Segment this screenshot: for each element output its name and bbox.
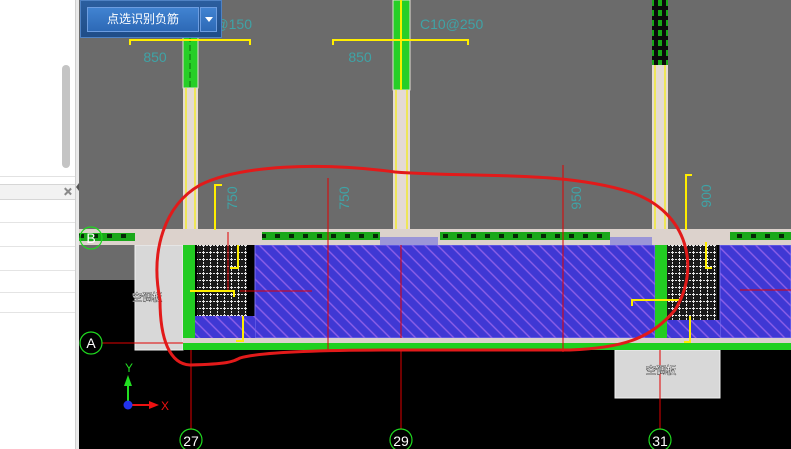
- rebar-spec-label-center: C10@250: [420, 16, 483, 32]
- floor-slab-right[interactable]: [719, 244, 791, 339]
- axis-bubble-27: 27: [179, 428, 203, 449]
- axis-bubble-a: A: [79, 331, 103, 355]
- left-panel: [0, 0, 75, 449]
- axis-label-29: 29: [393, 433, 409, 449]
- ucs-origin: [123, 400, 133, 410]
- wall-31-upper-rebar[interactable]: [652, 0, 668, 65]
- list-row: [0, 222, 75, 223]
- beam-axis-b-edge-2: [610, 237, 652, 245]
- panel-splitter[interactable]: [75, 0, 79, 449]
- ucs-y-label: Y: [125, 361, 133, 375]
- axis-label-a: A: [86, 335, 96, 351]
- axis-label-27: 27: [183, 433, 199, 449]
- identify-negative-rebar-button[interactable]: 点选识别负筋: [87, 7, 199, 32]
- beam-axis-a[interactable]: [183, 338, 791, 343]
- axis-label-b: B: [86, 230, 95, 246]
- panel-header: [0, 184, 75, 200]
- rebar-length-label-left: 850: [143, 49, 167, 65]
- rebar-mesh-left[interactable]: [197, 245, 247, 316]
- dimension-label-4: 900: [698, 184, 714, 208]
- list-row: [0, 246, 75, 247]
- floor-slab-main[interactable]: [254, 244, 656, 339]
- identify-dropdown-button[interactable]: [200, 7, 217, 32]
- cad-drawing-canvas[interactable]: C8@150 C10@250 850 850 750 750 950 900 空…: [0, 0, 791, 449]
- floor-slab-right-strip[interactable]: [665, 320, 720, 338]
- identify-toolbar: 点选识别负筋: [80, 0, 222, 38]
- scrollbar-thumb[interactable]: [62, 65, 70, 168]
- dimension-label-1: 750: [224, 186, 240, 210]
- identify-negative-rebar-label: 点选识别负筋: [106, 12, 179, 26]
- panel-divider: [0, 176, 75, 177]
- beam-axis-b-rebar-2: [262, 232, 380, 240]
- rebar-length-label-center: 850: [348, 49, 372, 65]
- dimension-label-3: 950: [568, 186, 584, 210]
- dimension-label-2: 750: [336, 186, 352, 210]
- aircon-slab-label-right: 空调板: [646, 364, 676, 377]
- chevron-down-icon: [205, 17, 213, 22]
- collapse-left-icon[interactable]: [76, 183, 79, 191]
- axis-bubble-31: 31: [648, 428, 672, 449]
- list-row: [0, 270, 75, 271]
- axis-bubble-29: 29: [389, 428, 413, 449]
- list-row: [0, 312, 75, 313]
- beam-axis-b-rebar-3: [440, 232, 610, 240]
- close-icon[interactable]: [63, 187, 72, 196]
- beam-axis-b-edge-1: [380, 237, 438, 245]
- beam-axis-b-rebar-4: [730, 232, 791, 240]
- axis-label-31: 31: [652, 433, 668, 449]
- floor-slab-left-strip[interactable]: [195, 316, 255, 338]
- canvas-gray-strip: [79, 245, 135, 280]
- list-row: [0, 292, 75, 293]
- ucs-x-label: X: [161, 399, 169, 413]
